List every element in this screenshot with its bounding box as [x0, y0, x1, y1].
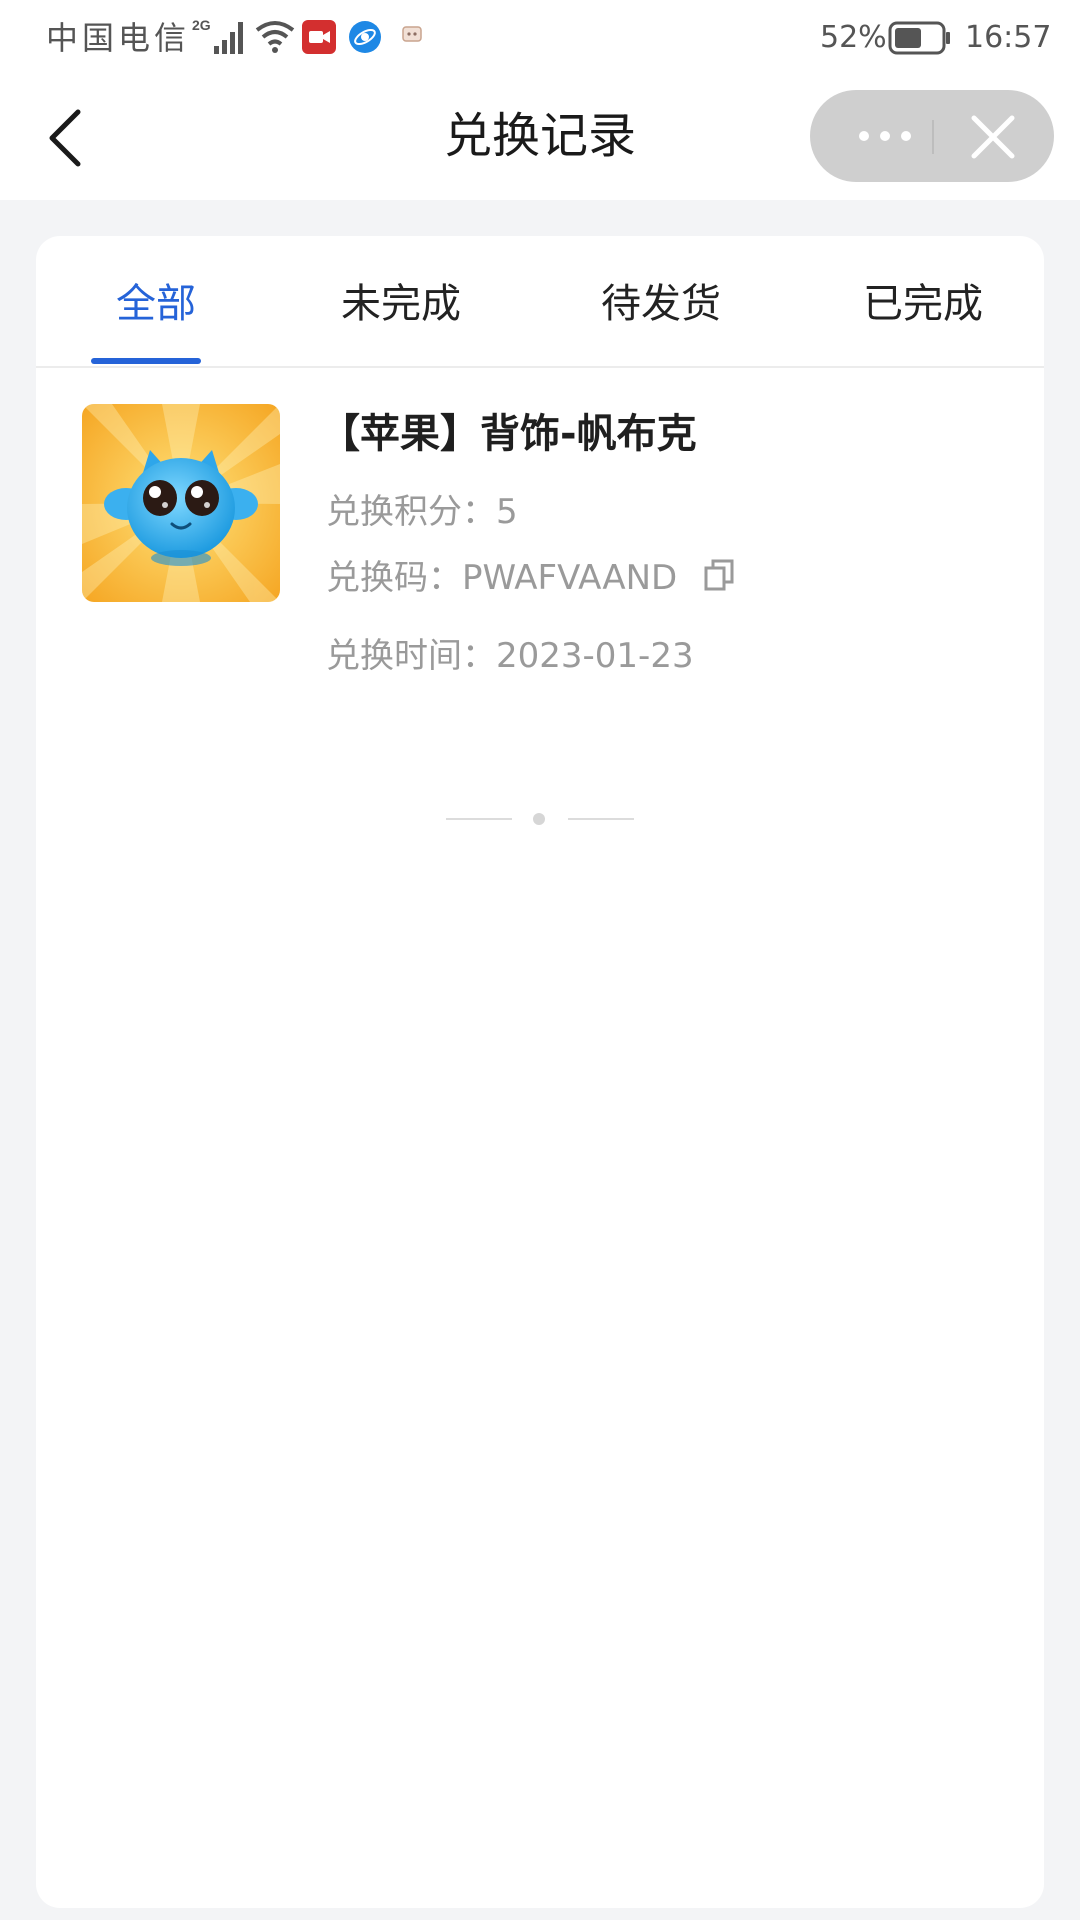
tab-completed[interactable]: 已完成 — [848, 276, 998, 332]
points-value: 5 — [496, 492, 518, 532]
active-tab-indicator — [91, 358, 201, 364]
more-icon[interactable] — [850, 120, 920, 152]
code-value: PWAFVAAND — [462, 558, 678, 598]
code-label: 兑换码： — [326, 558, 462, 598]
carrier-name: 中国电信 — [46, 19, 191, 57]
battery-percent: 52% — [820, 20, 887, 55]
code-row: 兑换码：PWAFVAAND — [326, 554, 734, 604]
end-of-list-line-right — [568, 818, 634, 820]
item-title: 【苹果】背饰-帆布克 — [320, 411, 697, 457]
mini-program-capsule — [810, 90, 1054, 182]
tab-bar: 全部 未完成 待发货 已完成 — [36, 236, 1044, 368]
status-bar: 中国电信 2G 52% 16:57 — [0, 0, 1080, 76]
records-card: 全部 未完成 待发货 已完成 【苹果】背饰-帆布克 兑换积分：5 兑换码：PWA… — [36, 236, 1044, 1908]
copy-icon[interactable] — [704, 556, 734, 604]
status-time: 16:57 — [965, 20, 1052, 55]
svg-text:2G: 2G — [192, 17, 211, 33]
points-label: 兑换积分： — [326, 492, 496, 532]
product-thumbnail[interactable] — [82, 404, 280, 602]
signal-icon: 2G — [190, 16, 246, 60]
points-row: 兑换积分：5 — [326, 488, 518, 536]
video-call-icon — [302, 20, 336, 58]
tab-all[interactable]: 全部 — [96, 276, 216, 332]
notification-icon — [400, 24, 424, 50]
end-of-list-line-left — [446, 818, 512, 820]
time-value: 2023-01-23 — [496, 636, 694, 676]
tab-incomplete[interactable]: 未完成 — [326, 276, 476, 332]
close-icon[interactable] — [970, 114, 1016, 160]
nav-bar: 兑换记录 — [0, 76, 1080, 200]
wifi-icon — [254, 18, 296, 60]
battery-icon — [888, 20, 952, 60]
browser-icon — [348, 20, 382, 58]
end-of-list-dot — [533, 813, 545, 825]
capsule-divider — [932, 120, 934, 154]
tab-pending-shipment[interactable]: 待发货 — [586, 276, 736, 332]
time-label: 兑换时间： — [326, 636, 496, 676]
time-row: 兑换时间：2023-01-23 — [326, 632, 694, 680]
